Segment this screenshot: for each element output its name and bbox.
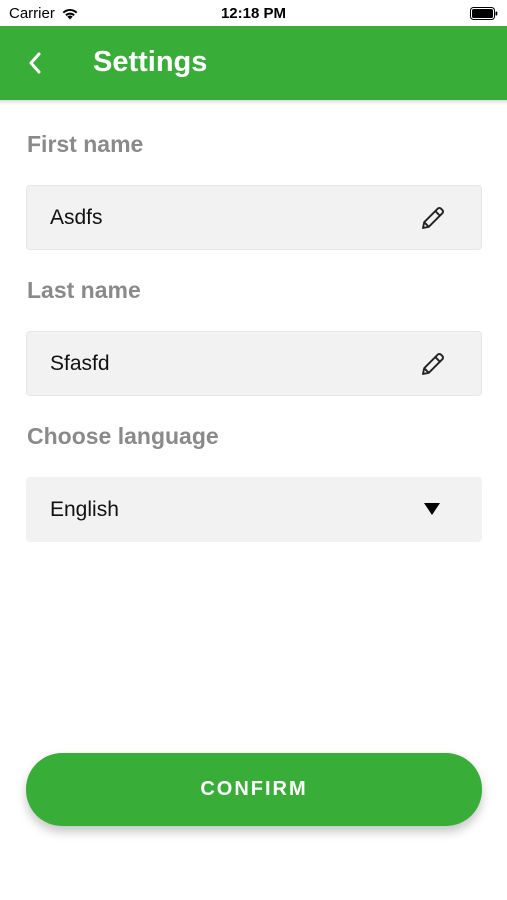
language-label: Choose language	[27, 423, 219, 449]
pencil-icon[interactable]	[419, 350, 447, 378]
last-name-value[interactable]: Sfasfd	[50, 332, 110, 395]
first-name-field[interactable]: Asdfs	[26, 185, 482, 250]
language-value[interactable]: English	[50, 478, 119, 541]
last-name-label: Last name	[27, 277, 141, 303]
app-bar: Settings	[0, 26, 507, 100]
chevron-left-icon	[29, 52, 41, 74]
dropdown-triangle-icon[interactable]	[423, 502, 441, 516]
first-name-label: First name	[27, 131, 144, 157]
status-time: 12:18 PM	[220, 5, 287, 22]
last-name-field[interactable]: Sfasfd	[26, 331, 482, 396]
back-button[interactable]	[20, 48, 50, 78]
first-name-value[interactable]: Asdfs	[50, 186, 103, 249]
app-bar-divider	[0, 100, 507, 105]
language-select[interactable]: English	[26, 477, 482, 542]
confirm-button[interactable]: CONFIRM	[26, 753, 482, 826]
battery-icon	[470, 7, 498, 20]
status-bar: Carrier 12:18 PM	[0, 0, 507, 26]
pencil-icon[interactable]	[419, 204, 447, 232]
page-title: Settings	[93, 46, 208, 78]
